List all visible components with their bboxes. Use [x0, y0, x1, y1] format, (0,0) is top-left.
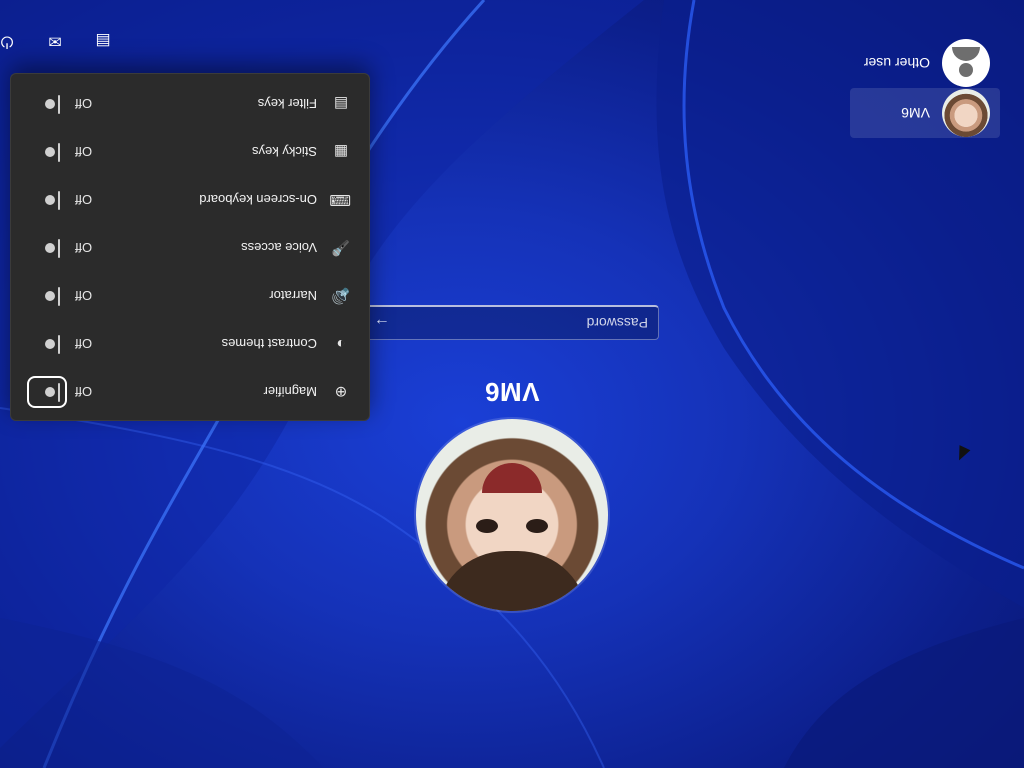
avatar-eye [476, 519, 498, 533]
a11y-state: Off [75, 144, 93, 160]
a11y-state: Off [75, 288, 93, 304]
toggle-switch[interactable] [45, 95, 60, 114]
a11y-label: Contrast themes [221, 336, 317, 352]
a11y-item-osk[interactable]: ⌨ On-screen keyboard Off [11, 176, 369, 224]
user-item-vm6[interactable]: VM6 [850, 88, 1000, 138]
toggle-knob [45, 243, 55, 253]
a11y-label: Sticky keys [251, 144, 317, 160]
a11y-label: On-screen keyboard [199, 192, 317, 208]
lock-screen: VM6 → VM6 Other user ⊕ Magnifier Off ◑ C… [0, 0, 1024, 768]
toggle-wrap [31, 140, 63, 164]
system-tray: ▤ ✉ ⏻ [0, 30, 114, 52]
toggle-knob [45, 291, 55, 301]
user-name: VM6 [484, 377, 540, 407]
power-icon[interactable]: ⏻ [0, 30, 18, 52]
user-avatar [416, 419, 608, 611]
a11y-item-voice-access[interactable]: 🎤 Voice access Off [11, 224, 369, 272]
a11y-state: Off [75, 336, 93, 352]
keyboard-icon: ⌨ [329, 191, 351, 208]
magnifier-icon: ⊕ [334, 383, 348, 400]
a11y-item-sticky-keys[interactable]: ▦ Sticky keys Off [11, 128, 369, 176]
toggle-switch[interactable] [45, 335, 60, 354]
toggle-wrap [31, 188, 63, 212]
a11y-state: Off [75, 384, 93, 400]
filter-keys-icon: ▤ [333, 95, 349, 112]
toggle-knob [45, 147, 55, 157]
narrator-icon: 🔊 [331, 287, 351, 304]
a11y-state: Off [75, 192, 93, 208]
toggle-knob [45, 339, 55, 349]
a11y-label: Filter keys [257, 96, 317, 112]
toggle-switch[interactable] [45, 287, 60, 306]
a11y-state: Off [75, 240, 93, 256]
toggle-switch[interactable] [45, 383, 60, 402]
voice-access-icon: 🎤 [331, 239, 351, 256]
password-field[interactable]: → [365, 305, 659, 340]
toggle-focus-ring [27, 376, 67, 408]
a11y-label: Magnifier [263, 384, 317, 400]
a11y-label: Voice access [241, 240, 317, 256]
toggle-knob [45, 99, 55, 109]
user-item-label: VM6 [901, 105, 930, 121]
avatar-hair [436, 551, 588, 611]
toggle-wrap [31, 332, 63, 356]
arrow-right-icon[interactable]: → [366, 308, 398, 338]
user-item-label: Other user [863, 55, 930, 71]
accessibility-flyout: ⊕ Magnifier Off ◑ Contrast themes Off 🔊 … [10, 73, 370, 421]
toggle-knob [45, 387, 55, 397]
user-item-other[interactable]: Other user [850, 38, 1000, 88]
toggle-wrap [31, 236, 63, 260]
toggle-wrap [31, 284, 63, 308]
user-switcher: VM6 Other user [850, 38, 1000, 138]
a11y-state: Off [75, 96, 93, 112]
a11y-item-narrator[interactable]: 🔊 Narrator Off [11, 272, 369, 320]
user-icon-head [959, 63, 973, 77]
contrast-icon: ◑ [336, 335, 346, 353]
password-input[interactable] [398, 314, 658, 332]
a11y-item-magnifier[interactable]: ⊕ Magnifier Off [11, 368, 369, 416]
toggle-switch[interactable] [45, 191, 60, 210]
a11y-label: Narrator [269, 288, 317, 304]
toggle-switch[interactable] [45, 239, 60, 258]
avatar-mouth [482, 463, 542, 493]
generic-user-icon [942, 39, 990, 87]
toggle-wrap [31, 92, 63, 116]
toggle-knob [45, 195, 55, 205]
toggle-switch[interactable] [45, 143, 60, 162]
accessibility-icon[interactable]: ✉ [44, 30, 66, 52]
user-icon-body [952, 47, 980, 61]
photo-avatar [942, 89, 990, 137]
sticky-keys-icon: ▦ [333, 143, 349, 160]
current-user: VM6 [416, 376, 608, 611]
a11y-item-contrast[interactable]: ◑ Contrast themes Off [11, 320, 369, 368]
a11y-item-filter-keys[interactable]: ▤ Filter keys Off [11, 80, 369, 128]
avatar-eye [526, 519, 548, 533]
network-icon[interactable]: ▤ [92, 30, 114, 52]
